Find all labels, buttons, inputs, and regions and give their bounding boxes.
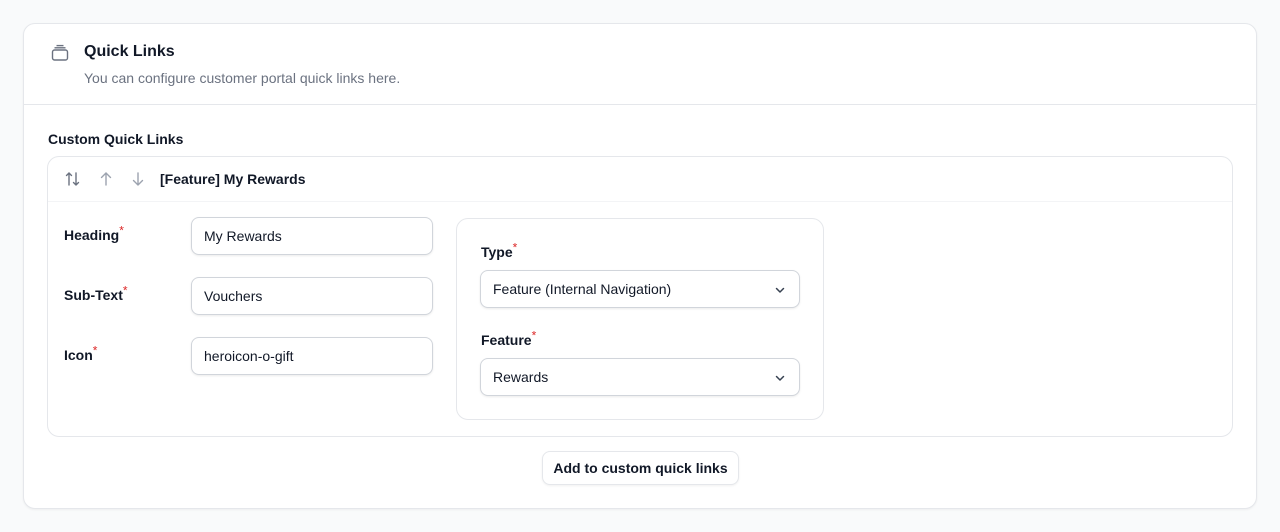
type-label-text: Type	[481, 244, 513, 260]
icon-label: Icon*	[64, 344, 97, 363]
feature-select[interactable]: Rewards	[480, 358, 800, 396]
chevron-down-icon	[773, 371, 787, 385]
required-mark: *	[122, 283, 128, 298]
navigation-settings-box: Type* Feature (Internal Navigation) Feat…	[456, 218, 824, 420]
icon-label-text: Icon	[64, 347, 93, 363]
quick-links-section: Quick Links You can configure customer p…	[23, 23, 1257, 509]
sub-text-label: Sub-Text*	[64, 284, 128, 303]
arrows-up-down-icon	[65, 172, 80, 186]
feature-select-value: Rewards	[493, 369, 549, 385]
sub-text-input[interactable]	[191, 277, 433, 315]
arrow-down-icon	[132, 172, 144, 186]
repeater-item-title: [Feature] My Rewards	[160, 171, 306, 187]
move-up-button[interactable]	[97, 170, 115, 188]
heading-label: Heading*	[64, 224, 124, 243]
reorder-handle[interactable]	[64, 170, 82, 188]
section-header: Quick Links You can configure customer p…	[24, 24, 1256, 105]
type-select[interactable]: Feature (Internal Navigation)	[480, 270, 800, 308]
feature-label-text: Feature	[481, 332, 532, 348]
section-title: Quick Links	[84, 43, 175, 60]
repeater-item: [Feature] My Rewards Heading* Sub-Text* …	[47, 156, 1233, 437]
required-mark: *	[531, 328, 537, 343]
type-select-value: Feature (Internal Navigation)	[493, 281, 672, 297]
arrow-up-icon	[100, 172, 112, 186]
section-description: You can configure customer portal quick …	[84, 70, 401, 86]
chevron-down-icon	[773, 283, 787, 297]
heading-input[interactable]	[191, 217, 433, 255]
feature-label: Feature*	[481, 329, 536, 348]
sub-text-label-text: Sub-Text	[64, 287, 123, 303]
repeater-item-header: [Feature] My Rewards	[48, 157, 1232, 202]
rectangle-stack-icon	[50, 43, 70, 63]
custom-quick-links-label: Custom Quick Links	[48, 131, 184, 147]
heading-label-text: Heading	[64, 227, 120, 243]
required-mark: *	[92, 343, 98, 358]
required-mark: *	[119, 223, 124, 238]
icon-input[interactable]	[191, 337, 433, 375]
required-mark: *	[512, 240, 518, 255]
add-quick-link-button[interactable]: Add to custom quick links	[542, 451, 739, 485]
type-label: Type*	[481, 241, 517, 260]
move-down-button[interactable]	[129, 170, 147, 188]
